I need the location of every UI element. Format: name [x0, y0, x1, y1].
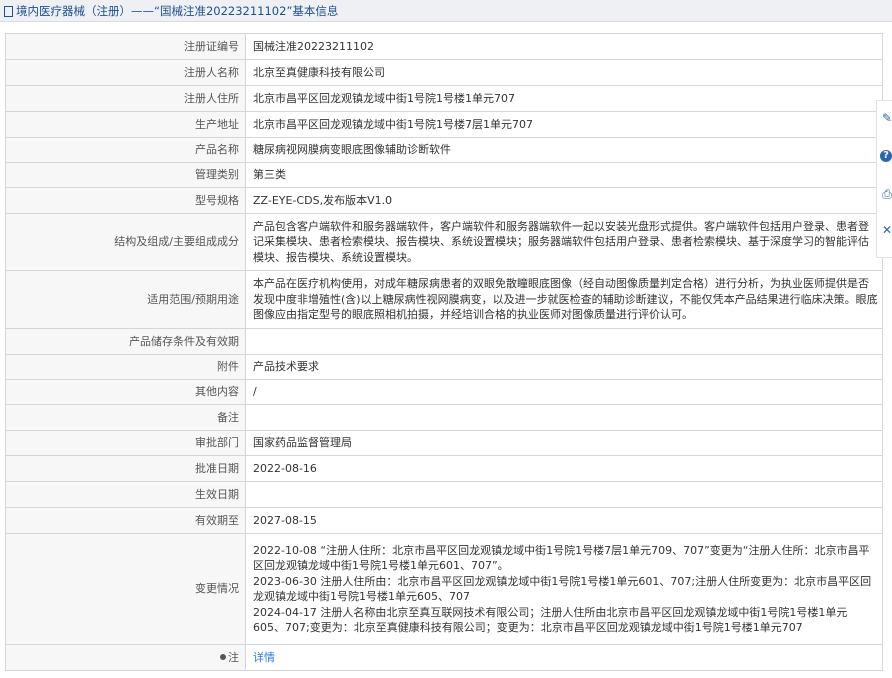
field-label: 注册人住所 — [5, 85, 246, 112]
table-row: 生产地址 北京市昌平区回龙观镇龙域中街1号院1号楼7层1单元707 — [5, 111, 883, 138]
table-row: 注册证编号 国械注准20223211102 — [5, 33, 883, 60]
field-value: 糖尿病视网膜病变眼底图像辅助诊断软件 — [245, 137, 883, 163]
field-value: 北京至真健康科技有限公司 — [245, 59, 883, 86]
note-value: 详情 — [245, 644, 883, 671]
field-value: 产品技术要求 — [245, 354, 883, 380]
field-value: 本产品在医疗机构使用，对成年糖尿病患者的双眼免散瞳眼底图像（经自动图像质量判定合… — [245, 270, 883, 329]
field-label: 附件 — [5, 354, 246, 380]
field-value: ZZ-EYE-CDS,发布版本V1.0 — [245, 187, 883, 214]
table-row: 产品名称 糖尿病视网膜病变眼底图像辅助诊断软件 — [5, 137, 883, 163]
field-label: 审批部门 — [5, 430, 246, 456]
field-label: 其他内容 — [5, 379, 246, 405]
field-label: 生产地址 — [5, 111, 246, 138]
field-value: 第三类 — [245, 162, 883, 188]
field-value: 产品包含客户端软件和服务器端软件，客户端软件和服务器端软件一起以安装光盘形式提供… — [245, 213, 883, 271]
print-icon[interactable]: ⎙ — [880, 187, 892, 201]
field-label: 适用范围/预期用途 — [5, 270, 246, 329]
field-label: 变更情况 — [5, 533, 246, 645]
change-entry: 2022-10-08 “注册人住所：北京市昌平区回龙观镇龙域中街1号院1号楼7层… — [253, 543, 870, 573]
field-label: 结构及组成/主要组成成分 — [5, 213, 246, 271]
table-row: 结构及组成/主要组成成分 产品包含客户端软件和服务器端软件，客户端软件和服务器端… — [5, 213, 883, 271]
table-row: 注 详情 — [5, 644, 883, 671]
table-row: 注册人住所 北京市昌平区回龙观镇龙域中街1号院1号楼1单元707 — [5, 85, 883, 112]
table-row: 变更情况 2022-10-08 “注册人住所：北京市昌平区回龙观镇龙域中街1号院… — [5, 533, 883, 645]
details-link[interactable]: 详情 — [253, 651, 275, 664]
field-value — [245, 404, 883, 431]
field-label: 批准日期 — [5, 455, 246, 482]
table-row: 批准日期 2022-08-16 — [5, 455, 883, 482]
table-row: 备注 — [5, 404, 883, 431]
table-row: 型号规格 ZZ-EYE-CDS,发布版本V1.0 — [5, 187, 883, 214]
table-row: 其他内容 / — [5, 379, 883, 405]
change-entry: 2024-04-17 注册人名称由北京至真互联网技术有限公司；注册人住所由北京市… — [253, 605, 848, 635]
breadcrumb-text: 境内医疗器械（注册）——“国械注准20223211102”基本信息 — [16, 4, 339, 18]
breadcrumb: 境内医疗器械（注册）——“国械注准20223211102”基本信息 — [4, 3, 338, 19]
field-label: 产品储存条件及有效期 — [5, 328, 246, 355]
field-value: 2027-08-15 — [245, 507, 883, 534]
table-row: 有效期至 2027-08-15 — [5, 507, 883, 534]
field-value: 国家药品监督管理局 — [245, 430, 883, 456]
change-history: 2022-10-08 “注册人住所：北京市昌平区回龙观镇龙域中街1号院1号楼7层… — [245, 533, 883, 645]
pin-icon — [220, 653, 226, 660]
table-row: 适用范围/预期用途 本产品在医疗机构使用，对成年糖尿病患者的双眼免散瞳眼底图像（… — [5, 270, 883, 329]
table-row: 产品储存条件及有效期 — [5, 328, 883, 355]
help-icon[interactable]: ? — [880, 150, 892, 162]
field-label: 生效日期 — [5, 481, 246, 508]
field-value — [245, 328, 883, 355]
field-value: 北京市昌平区回龙观镇龙域中街1号院1号楼7层1单元707 — [245, 111, 883, 138]
field-label: 注册证编号 — [5, 33, 246, 60]
table-row: 附件 产品技术要求 — [5, 354, 883, 380]
table-row: 注册人名称 北京至真健康科技有限公司 — [5, 59, 883, 86]
detail-table: 注册证编号 国械注准20223211102 注册人名称 北京至真健康科技有限公司… — [5, 33, 883, 671]
field-label: 备注 — [5, 404, 246, 431]
field-label: 产品名称 — [5, 137, 246, 163]
table-row: 生效日期 — [5, 481, 883, 508]
field-value: 国械注准20223211102 — [245, 33, 883, 60]
field-value — [245, 481, 883, 508]
field-label: 注册人名称 — [5, 59, 246, 86]
breadcrumb-bar: 境内医疗器械（注册）——“国械注准20223211102”基本信息 — [0, 0, 892, 22]
field-value: 2022-08-16 — [245, 455, 883, 482]
table-row: 审批部门 国家药品监督管理局 — [5, 430, 883, 456]
note-label-cell: 注 — [5, 644, 246, 671]
edit-icon[interactable]: ✎ — [880, 111, 892, 125]
field-label: 有效期至 — [5, 507, 246, 534]
table-row: 管理类别 第三类 — [5, 162, 883, 188]
note-label: 注 — [228, 650, 239, 664]
field-value: 北京市昌平区回龙观镇龙域中街1号院1号楼1单元707 — [245, 85, 883, 112]
close-icon[interactable]: ✕ — [880, 223, 892, 237]
side-toolbar: ✎ ? ⎙ ✕ — [876, 100, 892, 258]
change-entry: 2023-06-30 注册人住所由：北京市昌平区回龙观镇龙域中街1号院1号楼1单… — [253, 574, 872, 604]
field-label: 管理类别 — [5, 162, 246, 188]
field-value: / — [245, 379, 883, 405]
document-icon — [4, 6, 13, 17]
field-label: 型号规格 — [5, 187, 246, 214]
